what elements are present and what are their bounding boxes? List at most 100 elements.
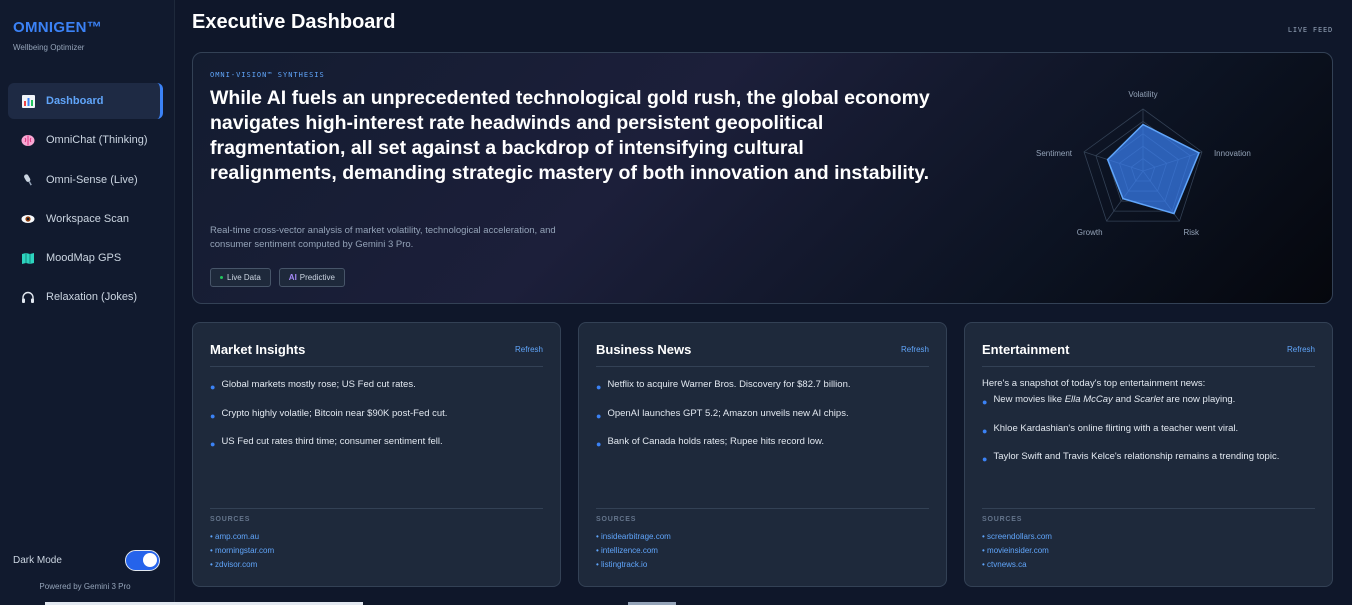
bullet-icon: ● bbox=[982, 397, 988, 407]
sources-list: • screendollars.com • movieinsider.com •… bbox=[982, 530, 1052, 572]
refresh-button[interactable]: Refresh bbox=[515, 345, 543, 354]
sources-list: • insidearbitrage.com • intellizence.com… bbox=[596, 530, 671, 572]
headphones-icon bbox=[21, 290, 35, 304]
sources-label: SOURCES bbox=[210, 516, 251, 523]
sidebar-item-omni-sense[interactable]: Omni-Sense (Live) bbox=[8, 162, 163, 198]
page-title: Executive Dashboard bbox=[192, 11, 396, 33]
card-divider bbox=[982, 366, 1315, 367]
list-item: ● OpenAI launches GPT 5.2; Amazon unveils… bbox=[596, 407, 929, 423]
sidebar-item-label: Workspace Scan bbox=[46, 212, 129, 225]
source-link[interactable]: • ctvnews.ca bbox=[982, 558, 1052, 572]
dark-mode-toggle[interactable] bbox=[125, 549, 160, 571]
source-link[interactable]: • insidearbitrage.com bbox=[596, 530, 671, 544]
sources-label: SOURCES bbox=[982, 516, 1023, 523]
sidebar-item-dashboard[interactable]: Dashboard bbox=[8, 83, 163, 119]
hero-chips: Live Data AI Predictive bbox=[210, 268, 345, 287]
refresh-button[interactable]: Refresh bbox=[901, 345, 929, 354]
bullet-icon: ● bbox=[982, 425, 988, 436]
sidebar-item-relaxation[interactable]: Relaxation (Jokes) bbox=[8, 279, 163, 315]
list-item: ● Crypto highly volatile; Bitcoin near $9… bbox=[210, 407, 543, 423]
list-item-text: Khloe Kardashian's online flirting with … bbox=[993, 422, 1239, 434]
radar-axis-label: Volatility bbox=[1128, 90, 1157, 99]
sidebar-item-workspace-scan[interactable]: Workspace Scan bbox=[8, 201, 163, 237]
bullet-icon: ● bbox=[210, 382, 216, 392]
eye-icon bbox=[21, 212, 35, 226]
hero-tag: OMNI-VISION™ SYNTHESIS bbox=[210, 71, 325, 79]
list-item-text: Taylor Swift and Travis Kelce's relation… bbox=[993, 451, 1280, 462]
chip-label: Predictive bbox=[299, 273, 335, 282]
radar-axis-label: Innovation bbox=[1214, 149, 1251, 158]
sources-label: SOURCES bbox=[596, 516, 637, 523]
list-item: ● New movies like Ella McCay and Scarlet … bbox=[982, 393, 1315, 409]
business-news-card: Business News Refresh ● Netflix to acquir… bbox=[578, 322, 947, 587]
ai-prefix: AI bbox=[288, 273, 297, 282]
radar-chart: Volatility Innovation Risk Growth Sentiment bbox=[1036, 90, 1251, 237]
radar-axis-label: Growth bbox=[1077, 228, 1103, 237]
brand-title: OMNIGEN™ bbox=[13, 19, 103, 36]
source-link[interactable]: • intellizence.com bbox=[596, 544, 671, 558]
sidebar-item-moodmap[interactable]: MoodMap GPS bbox=[8, 240, 163, 276]
bullet-icon: ● bbox=[596, 410, 602, 421]
bullet-icon: ● bbox=[982, 454, 988, 464]
market-insights-card: Market Insights Refresh ● Global markets … bbox=[192, 322, 561, 587]
source-link[interactable]: • morningstar.com bbox=[210, 544, 274, 558]
live-data-chip: Live Data bbox=[210, 268, 271, 287]
sidebar-item-label: Dashboard bbox=[46, 95, 104, 107]
card-title: Business News bbox=[596, 342, 692, 357]
refresh-button[interactable]: Refresh bbox=[1287, 345, 1315, 354]
sidebar-item-label: MoodMap GPS bbox=[46, 252, 122, 265]
source-link[interactable]: • amp.com.au bbox=[210, 530, 274, 544]
list-item: ● Netflix to acquire Warner Bros. Discove… bbox=[596, 378, 929, 394]
sources-divider bbox=[982, 508, 1315, 509]
list-item-text: OpenAI launches GPT 5.2; Amazon unveils … bbox=[607, 407, 849, 419]
sidebar: OMNIGEN™ Wellbeing Optimizer Dashboard O… bbox=[0, 0, 175, 605]
bullet-icon: ● bbox=[596, 439, 602, 449]
list-item-text: Bank of Canada holds rates; Rupee hits r… bbox=[607, 436, 824, 447]
list-item: ● US Fed cut rates third time; consumer s… bbox=[210, 435, 543, 451]
card-list: ● Global markets mostly rose; US Fed cut … bbox=[210, 378, 543, 464]
list-item: ● Khloe Kardashian's online flirting with… bbox=[982, 422, 1315, 438]
list-item: ● Bank of Canada holds rates; Rupee hits … bbox=[596, 435, 929, 451]
card-list: ● New movies like Ella McCay and Scarlet … bbox=[982, 393, 1315, 479]
powered-by: Powered by Gemini 3 Pro bbox=[39, 582, 131, 591]
list-item-text: New movies like Ella McCay and Scarlet a… bbox=[993, 394, 1236, 405]
list-item: ● Global markets mostly rose; US Fed cut … bbox=[210, 378, 543, 394]
radar-axis-label: Sentiment bbox=[1036, 149, 1073, 158]
source-link[interactable]: • screendollars.com bbox=[982, 530, 1052, 544]
sidebar-item-label: Omni-Sense (Live) bbox=[46, 173, 138, 186]
bar-chart-icon bbox=[21, 94, 35, 108]
toggle-knob bbox=[143, 552, 157, 567]
brand-subtitle: Wellbeing Optimizer bbox=[13, 43, 85, 52]
sidebar-item-label: Relaxation (Jokes) bbox=[46, 291, 138, 304]
dark-mode-label: Dark Mode bbox=[13, 554, 62, 566]
brand: OMNIGEN™ Wellbeing Optimizer bbox=[13, 19, 102, 52]
card-divider bbox=[210, 366, 543, 367]
source-link[interactable]: • zdvisor.com bbox=[210, 558, 274, 572]
source-link[interactable]: • movieinsider.com bbox=[982, 544, 1052, 558]
sidebar-item-omnichat[interactable]: OmniChat (Thinking) bbox=[8, 122, 163, 158]
bullet-icon: ● bbox=[210, 439, 216, 449]
bullet-icon: ● bbox=[596, 382, 602, 392]
card-title: Market Insights bbox=[210, 342, 306, 357]
source-link[interactable]: • listingtrack.io bbox=[596, 558, 671, 572]
brain-icon bbox=[21, 133, 35, 147]
hero-panel: OMNI-VISION™ SYNTHESIS While AI fuels an… bbox=[192, 52, 1333, 304]
list-item-text: Crypto highly volatile; Bitcoin near $90… bbox=[221, 407, 448, 419]
list-item-text: Global markets mostly rose; US Fed cut r… bbox=[221, 379, 416, 390]
dark-mode-row: Dark Mode bbox=[13, 549, 160, 571]
hero-description: Real-time cross-vector analysis of marke… bbox=[210, 225, 556, 250]
entertainment-card: Entertainment Refresh Here's a snapshot … bbox=[964, 322, 1333, 587]
radar-axis-label: Risk bbox=[1183, 228, 1200, 237]
hero-headline: While AI fuels an unprecedented technolo… bbox=[210, 87, 930, 184]
sources-divider bbox=[596, 508, 929, 509]
card-list: ● Netflix to acquire Warner Bros. Discove… bbox=[596, 378, 929, 464]
sidebar-nav: Dashboard OmniChat (Thinking) Omni-Sense… bbox=[8, 83, 163, 319]
bullet-icon: ● bbox=[210, 410, 216, 421]
list-item-text: US Fed cut rates third time; consumer se… bbox=[221, 436, 443, 447]
list-item: ● Taylor Swift and Travis Kelce's relatio… bbox=[982, 450, 1315, 466]
live-feed-label: LIVE FEED bbox=[1287, 26, 1333, 34]
live-dot-icon bbox=[220, 276, 223, 279]
ai-predictive-chip: AI Predictive bbox=[278, 268, 345, 287]
card-divider bbox=[596, 366, 929, 367]
microphone-icon bbox=[21, 173, 35, 187]
